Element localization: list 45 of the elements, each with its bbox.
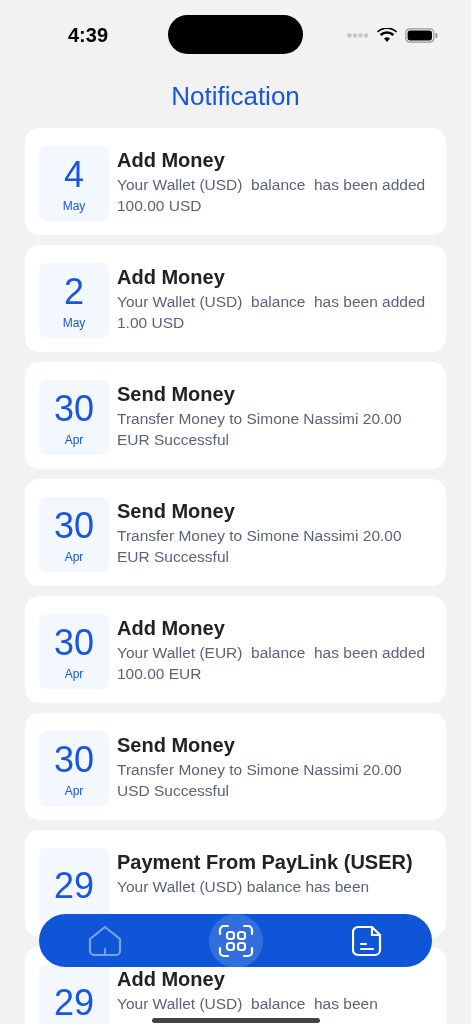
date-month: May (62, 315, 86, 330)
date-month: Apr (64, 432, 84, 447)
notification-title: Payment From PayLink (USER) (117, 850, 414, 874)
notification-message: Your Wallet (USD) balance has been added 100.00 USD (117, 175, 427, 216)
signal-icon (347, 32, 369, 38)
notification-title: Add Money (117, 616, 226, 640)
scan-tab[interactable] (208, 913, 263, 968)
notification-card[interactable]: 30 Apr Send Money Transfer Money to Simone Nassimi 20.00 EUR Successful (25, 479, 446, 586)
notification-message: Your Wallet (EUR) balance has been added 100.00 EUR (117, 643, 427, 684)
date-month: Apr (64, 783, 84, 798)
notification-card[interactable]: 30 Apr Send Money Transfer Money to Simone Nassimi 20.00 USD Successful (25, 713, 446, 820)
notification-card[interactable]: 2 May Add Money Your Wallet (USD) balance has been added 1.00 USD (25, 245, 446, 352)
notification-card[interactable]: 30 Apr Add Money Your Wallet (EUR) balance has been added 100.00 EUR (25, 596, 446, 703)
date-day: 2 (64, 271, 84, 312)
wifi-icon (377, 27, 397, 43)
date-day: 30 (53, 505, 94, 546)
scan-icon (217, 923, 254, 958)
notification-message: Your Wallet (USD) balance has been (117, 877, 371, 897)
date-month: May (62, 198, 86, 213)
notification-title: Send Money (117, 382, 236, 406)
notification-title: Send Money (117, 499, 236, 523)
notification-message: Transfer Money to Simone Nassimi 20.00 EUR Successful (117, 526, 403, 567)
notification-title: Add Money (117, 148, 226, 172)
date-day: 29 (53, 982, 94, 1023)
date-day: 30 (53, 739, 94, 780)
battery-icon (405, 27, 438, 43)
notification-message: Transfer Money to Simone Nassimi 20.00 USD Successful (117, 760, 403, 801)
notification-message: Your Wallet (USD) balance has been added 1.00 USD (117, 292, 427, 333)
date-day: 29 (53, 865, 94, 906)
notification-title: Send Money (117, 733, 236, 757)
date-month: Apr (64, 666, 84, 681)
date-day: 30 (53, 388, 94, 429)
notification-card[interactable]: 30 Apr Send Money Transfer Money to Simone Nassimi 20.00 EUR Successful (25, 362, 446, 469)
page-title: Notification (170, 80, 301, 112)
date-month: Apr (64, 549, 84, 564)
notification-message: Your Wallet (USD) balance has been (117, 994, 379, 1014)
document-icon (351, 924, 382, 957)
notification-title: Add Money (117, 265, 226, 289)
date-day: 4 (64, 154, 84, 195)
date-day: 30 (53, 622, 94, 663)
notification-card[interactable]: 4 May Add Money Your Wallet (USD) balance has been added 100.00 USD (25, 128, 446, 235)
notification-message: Transfer Money to Simone Nassimi 20.00 EUR Successful (117, 409, 403, 450)
status-time: 4:39 (68, 23, 109, 47)
home-icon (87, 924, 122, 957)
notification-title: Add Money (117, 967, 226, 991)
